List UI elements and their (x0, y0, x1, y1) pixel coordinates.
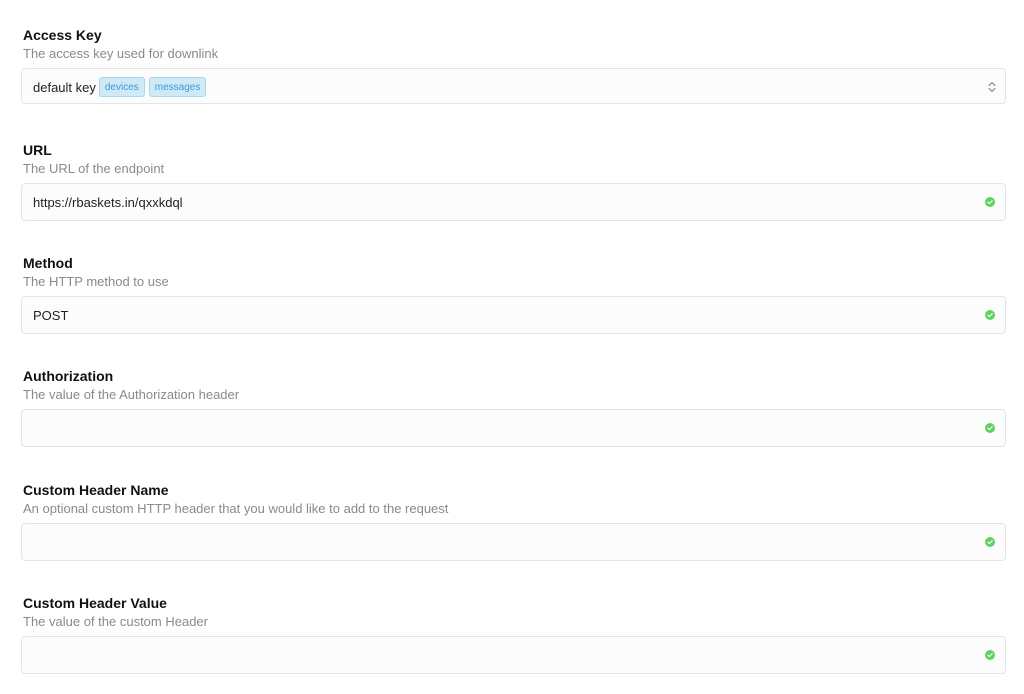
url-input[interactable] (22, 184, 962, 220)
method-description: The HTTP method to use (23, 274, 169, 289)
custom-header-name-description: An optional custom HTTP header that you … (23, 501, 449, 516)
chevron-up-down-icon (988, 81, 996, 93)
check-circle-icon (985, 537, 995, 547)
method-label: Method (23, 255, 73, 271)
url-label: URL (23, 142, 52, 158)
custom-header-value-label: Custom Header Value (23, 595, 167, 611)
authorization-input-box (21, 409, 1006, 447)
access-key-select[interactable]: default key devices messages (21, 68, 1006, 104)
authorization-label: Authorization (23, 368, 114, 384)
downlink-settings-form: Access Key The access key used for downl… (0, 0, 1024, 694)
check-circle-icon (985, 650, 995, 660)
custom-header-value-description: The value of the custom Header (23, 614, 208, 629)
access-key-selected: default key devices messages (33, 69, 210, 105)
custom-header-value-input-box (21, 636, 1006, 674)
check-circle-icon (985, 310, 995, 320)
custom-header-name-label: Custom Header Name (23, 482, 169, 498)
custom-header-value-input[interactable] (22, 637, 962, 673)
custom-header-name-input[interactable] (22, 524, 962, 560)
authorization-input[interactable] (22, 410, 962, 446)
access-key-tag-messages: messages (148, 77, 207, 97)
url-description: The URL of the endpoint (23, 161, 165, 176)
access-key-label: Access Key (23, 27, 102, 43)
custom-header-name-input-box (21, 523, 1006, 561)
access-key-tag-devices: devices (98, 77, 145, 97)
access-key-selected-value: default key (33, 79, 96, 95)
authorization-description: The value of the Authorization header (23, 387, 240, 402)
url-input-box (21, 183, 1006, 221)
check-circle-icon (985, 197, 995, 207)
access-key-description: The access key used for downlink (23, 46, 219, 61)
check-circle-icon (985, 423, 995, 433)
method-input[interactable] (22, 297, 962, 333)
method-input-box (21, 296, 1006, 334)
